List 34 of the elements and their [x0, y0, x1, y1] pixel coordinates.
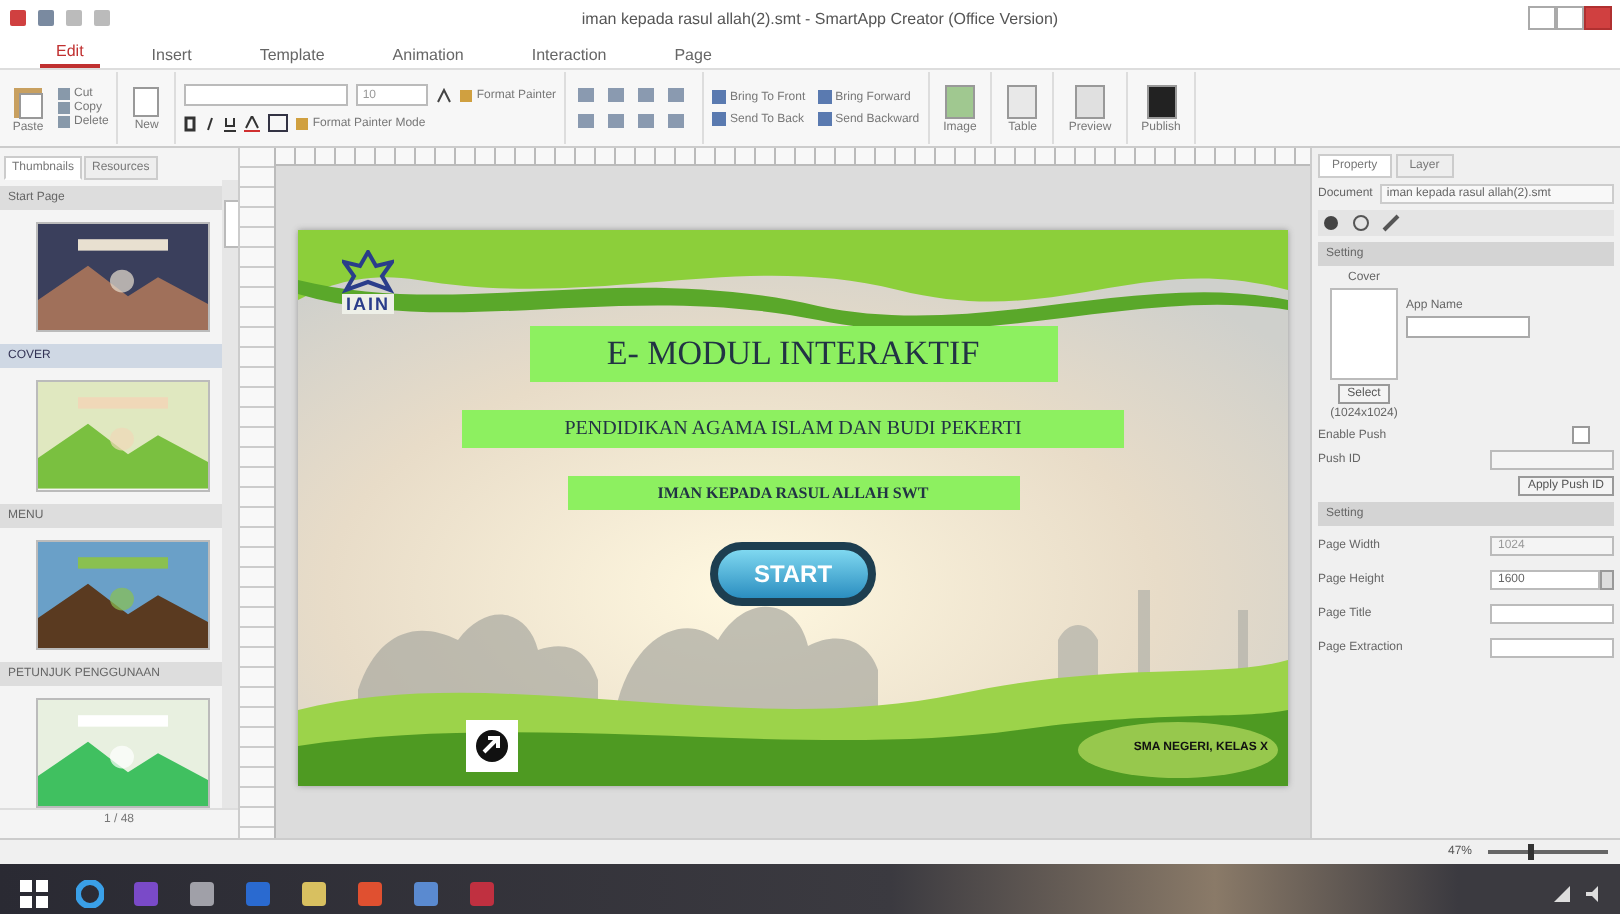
logo-text: IAIN: [342, 294, 394, 314]
taskbar-app-icon[interactable]: [412, 880, 440, 908]
minimize-button[interactable]: [1528, 6, 1556, 30]
ribbon-tab[interactable]: Animation: [376, 42, 480, 68]
font-field[interactable]: [184, 84, 349, 106]
slide-title: E- MODUL INTERAKTIF: [529, 326, 1057, 382]
input-field[interactable]: [1490, 638, 1614, 658]
push-id-field[interactable]: [1490, 450, 1614, 470]
border-icon: [268, 114, 289, 132]
slide-subtitle: PENDIDIKAN AGAMA ISLAM DAN BUDI PEKERTI: [462, 410, 1124, 448]
network-icon[interactable]: [1552, 884, 1572, 904]
windows-start-icon[interactable]: [20, 880, 48, 908]
taskbar-app-icon[interactable]: [188, 880, 216, 908]
ribbon-tab[interactable]: Interaction: [515, 42, 623, 68]
checkbox[interactable]: [1572, 426, 1590, 444]
taskbar-app-icon[interactable]: [300, 880, 328, 908]
taskbar-app-icon[interactable]: [356, 880, 384, 908]
window-title: iman kepada rasul allah(2).smt - SmartApp Creator (Office Version): [579, 9, 1061, 27]
spinner-button[interactable]: [1600, 570, 1614, 590]
italic-icon: [204, 115, 217, 131]
ribbon-tab[interactable]: Template: [243, 42, 341, 68]
maximize-button[interactable]: [1556, 6, 1584, 30]
ribbon-tab[interactable]: Insert: [135, 42, 208, 68]
browser-icon[interactable]: [76, 880, 104, 908]
speaker-icon[interactable]: [1584, 884, 1604, 904]
app-name-field[interactable]: [1406, 316, 1530, 338]
start-button[interactable]: START: [709, 542, 877, 606]
emblem-icon: [342, 250, 394, 294]
ribbon-tab[interactable]: Page: [658, 42, 728, 68]
input-field[interactable]: [1490, 604, 1614, 624]
cover-preview: [1330, 288, 1398, 380]
scrollbar[interactable]: [222, 180, 238, 808]
underline-icon: [224, 115, 237, 131]
slide-topic: IMAN KEPADA RASUL ALLAH SWT: [567, 476, 1019, 510]
